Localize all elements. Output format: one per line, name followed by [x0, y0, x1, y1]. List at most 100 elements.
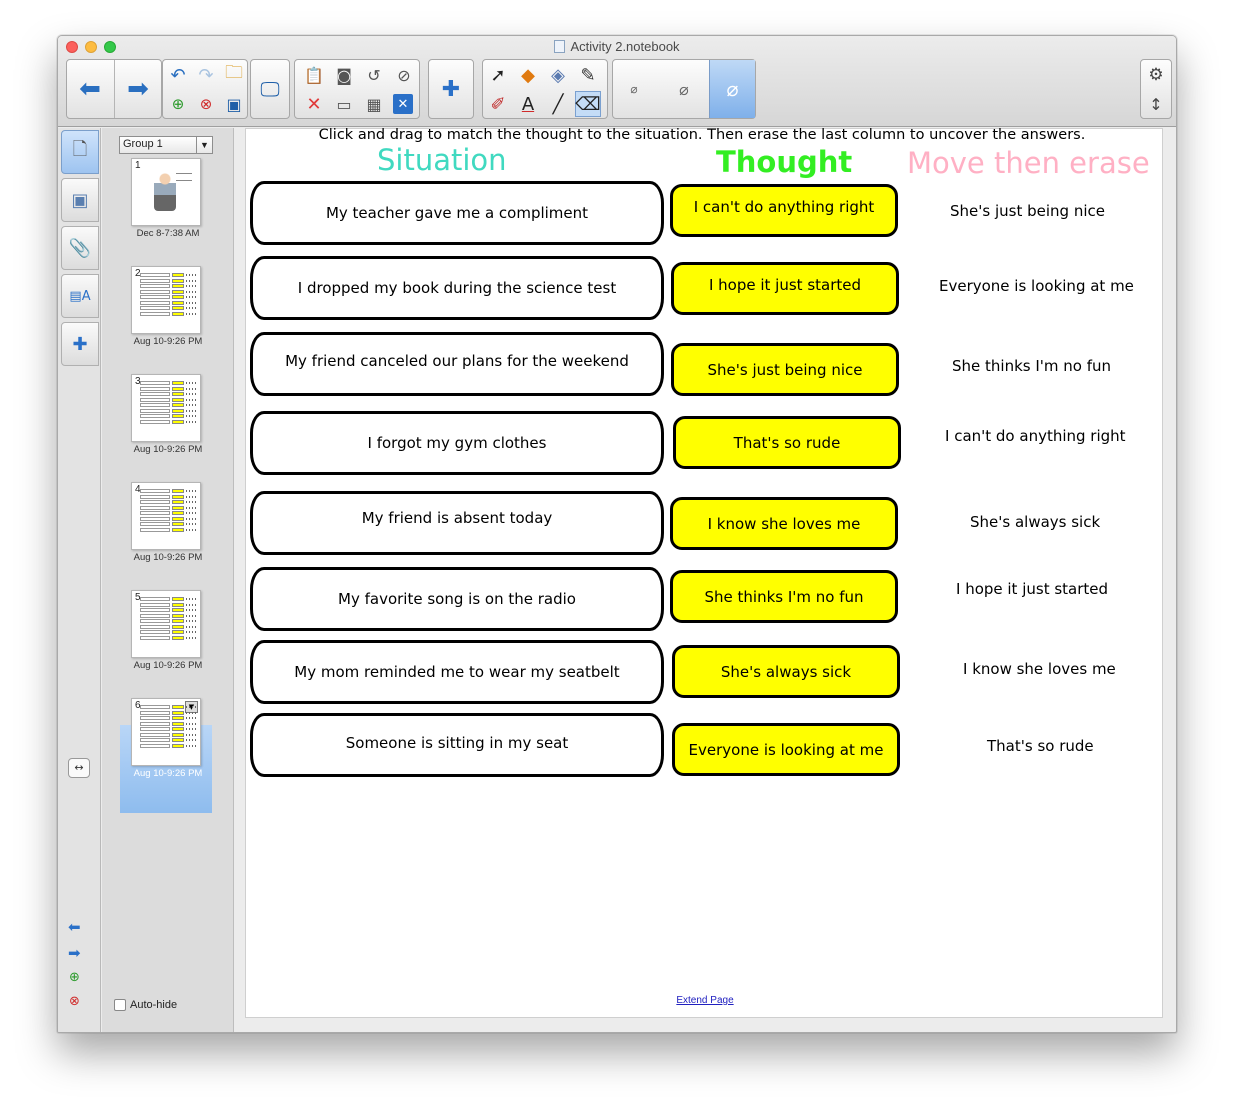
addons-tab[interactable]: ✚ — [61, 322, 99, 366]
thought-card[interactable]: Everyone is looking at me — [672, 723, 900, 776]
thought-card[interactable]: That's so rude — [673, 416, 901, 469]
open-file-button[interactable]: 🗀 — [221, 62, 247, 88]
thumbnail-date: Aug 10-9:26 PM — [133, 660, 203, 671]
previous-page-button[interactable]: ⬅ — [67, 60, 113, 118]
settings-button[interactable]: ⚙ — [1143, 62, 1169, 88]
situation-box[interactable]: My friend canceled our plans for the wee… — [250, 332, 664, 396]
situation-box[interactable]: My teacher gave me a compliment — [250, 181, 664, 245]
group-dropdown[interactable]: Group 1 ▼ — [119, 136, 213, 154]
pens-tool-button[interactable]: ✐ — [485, 91, 511, 117]
answer-text: I hope it just started — [956, 580, 1109, 598]
thumbnail-preview — [140, 597, 196, 641]
screen-shade-button[interactable]: ▭ — [331, 91, 357, 117]
thumbnail-date: Aug 10-9:26 PM — [133, 336, 203, 347]
magic-pen-button[interactable]: ✎ — [575, 62, 601, 88]
thought-text: I hope it just started — [708, 275, 862, 294]
situation-box[interactable]: My friend is absent today — [250, 491, 664, 555]
delete-page-button[interactable]: ⊗ — [193, 91, 219, 117]
fill-tool-button[interactable]: ◈ — [545, 62, 571, 88]
page-thumbnail-4[interactable]: 4 — [131, 482, 201, 550]
sidebar-prev-page-button[interactable]: ⬅ — [68, 918, 81, 936]
page-thumbnail-2[interactable]: 2 — [131, 266, 201, 334]
shapes-icon: ◆ — [521, 64, 535, 86]
line-tool-button[interactable]: ╱ — [545, 91, 571, 117]
addons-group: ✚ — [428, 59, 474, 119]
square-x-icon: ✕ — [397, 96, 409, 112]
thumbnail-preview — [140, 705, 196, 749]
situation-text: Someone is sitting in my seat — [345, 734, 569, 752]
thought-card[interactable]: She's always sick — [672, 645, 900, 698]
picture-icon: ▣ — [71, 189, 89, 211]
next-page-button[interactable]: ➡ — [115, 60, 161, 118]
clipboard-icon: 📋 — [304, 65, 324, 85]
paste-button[interactable]: 📋 — [301, 62, 327, 88]
display-screen-button[interactable]: 🖵 — [257, 76, 283, 102]
thought-card[interactable]: She's just being nice — [671, 343, 899, 396]
sidebar-next-page-button[interactable]: ➡ — [68, 944, 81, 962]
move-then-erase-header: Move then erase — [907, 146, 1150, 180]
eraser-medium-icon: ⌀ — [679, 79, 689, 99]
screen-capture-button[interactable]: ◙ — [331, 62, 357, 88]
eraser-medium-button[interactable]: ⌀ — [671, 76, 697, 102]
table-icon: ▦ — [366, 94, 382, 114]
page-thumbnail-3[interactable]: 3 — [131, 374, 201, 442]
sidebar-delete-page-button[interactable]: ⊗ — [69, 994, 80, 1009]
toolbar-position-button[interactable]: ↕ — [1143, 91, 1169, 117]
redo-button[interactable]: ↷ — [193, 62, 219, 88]
object-group: 📋 ◙ ↺ ⊘ ✕ ▭ ▦ ✕ — [294, 59, 420, 119]
gallery-tab[interactable]: ▣ — [61, 178, 99, 222]
arrow-right-icon: ➡ — [127, 74, 149, 104]
eraser-tool-button[interactable]: ⌫ — [575, 91, 601, 117]
thought-text: That's so rude — [733, 433, 841, 452]
insert-table-button[interactable]: ▦ — [361, 91, 387, 117]
page-sorter-tab[interactable]: 🗋 — [61, 130, 99, 174]
eraser-small-button[interactable]: ⌀ — [621, 76, 647, 102]
document-icon — [554, 40, 566, 53]
eraser-size-group: ⌀ ⌀ ⌀ — [612, 59, 756, 119]
thought-card[interactable]: I know she loves me — [670, 497, 898, 550]
situation-box[interactable]: I forgot my gym clothes — [250, 411, 664, 475]
page-thumbnail-1[interactable]: 1 — [131, 158, 201, 226]
shapes-tool-button[interactable]: ◆ — [515, 62, 541, 88]
situation-box[interactable]: My favorite song is on the radio — [250, 567, 664, 631]
addons-button[interactable]: ✚ — [438, 76, 464, 102]
select-tool-button[interactable]: ➚ — [485, 62, 511, 88]
thought-card[interactable]: I can't do anything right — [670, 184, 898, 237]
magic-pen-icon: ✎ — [580, 64, 596, 86]
attachments-tab[interactable]: 📎 — [61, 226, 99, 270]
thought-card[interactable]: I hope it just started — [671, 262, 899, 315]
monitor-icon: 🖵 — [260, 77, 280, 101]
thought-card[interactable]: She thinks I'm no fun — [670, 570, 898, 623]
autohide-option[interactable]: Auto-hide — [114, 999, 177, 1011]
thumbnail-date: Aug 10-9:26 PM — [133, 552, 203, 563]
add-page-button[interactable]: ⊕ — [165, 91, 191, 117]
extend-page-link[interactable]: Extend Page — [246, 995, 1164, 1006]
delete-object-button[interactable]: ✕ — [301, 91, 327, 117]
measure-tools-button[interactable]: ⊘ — [391, 62, 417, 88]
eraser-large-button[interactable]: ⌀ — [709, 60, 755, 118]
situation-text: My teacher gave me a compliment — [325, 204, 589, 222]
move-sidebar-button[interactable]: ↔ — [68, 758, 90, 778]
situation-header: Situation — [377, 143, 507, 177]
up-down-arrow-icon: ↕ — [1149, 94, 1163, 114]
compass-icon: ⊘ — [397, 65, 411, 85]
situation-box[interactable]: My mom reminded me to wear my seatbelt — [250, 640, 664, 704]
save-button[interactable]: ▣ — [221, 91, 247, 117]
rotate-button[interactable]: ↺ — [361, 62, 387, 88]
page-thumbnail-6[interactable]: 6 ▼ — [131, 698, 201, 766]
autohide-checkbox[interactable] — [114, 999, 126, 1011]
sidebar-add-page-button[interactable]: ⊕ — [69, 970, 80, 985]
page-canvas[interactable]: Click and drag to match the thought to t… — [245, 127, 1164, 1018]
display-group: 🖵 — [250, 59, 290, 119]
situation-box[interactable]: Someone is sitting in my seat — [250, 713, 664, 777]
properties-tab[interactable]: ▤A — [61, 274, 99, 318]
undo-button[interactable]: ↶ — [165, 62, 191, 88]
gear-icon: ⚙ — [1148, 65, 1164, 85]
page-thumbnail-5[interactable]: 5 — [131, 590, 201, 658]
redo-icon: ↷ — [198, 64, 214, 86]
thought-text: Everyone is looking at me — [688, 740, 884, 759]
situation-box[interactable]: I dropped my book during the science tes… — [250, 256, 664, 320]
text-tool-button[interactable]: A — [515, 91, 541, 117]
close-object-button[interactable]: ✕ — [393, 94, 413, 114]
line-icon: ╱ — [552, 93, 564, 115]
